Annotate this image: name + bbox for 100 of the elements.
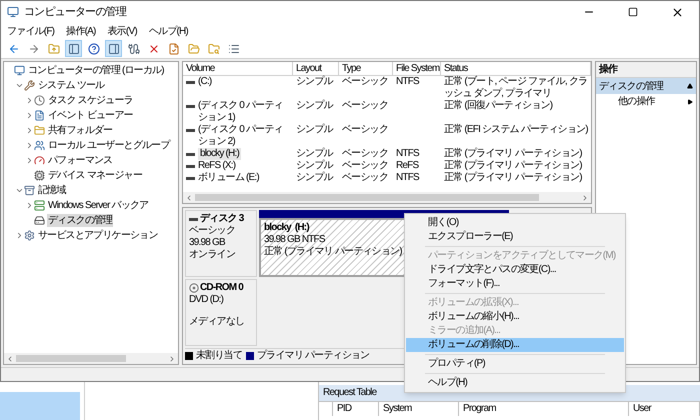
tree-item[interactable]: ディスクの管理	[47, 214, 114, 227]
column-header[interactable]: Volume	[183, 62, 293, 75]
folder-icon	[188, 42, 200, 54]
legend-label: 未割り当て	[196, 348, 242, 363]
section-label: ディスクの管理	[599, 80, 665, 94]
table-cell: シンプル	[296, 124, 333, 136]
menu-item[interactable]: ヘルプ(H)	[148, 24, 188, 38]
tree-item[interactable]: 記憶域	[37, 184, 67, 197]
maximize-icon	[628, 7, 638, 17]
disk-name: ディスク 3	[200, 213, 244, 225]
collapse-icon[interactable]	[687, 83, 693, 89]
chevron-down-icon[interactable]	[14, 81, 24, 90]
table-cell: ベーシック	[342, 148, 388, 160]
tree-item[interactable]: イベント ビューアー	[47, 109, 134, 122]
table-cell: ベーシック	[342, 160, 388, 172]
document-check-icon	[168, 42, 180, 54]
tree-item[interactable]: デバイス マネージャー	[47, 169, 143, 182]
panel-icon	[68, 42, 80, 54]
table-cell: ReFS (X:)	[198, 160, 236, 172]
users-icon	[34, 140, 45, 151]
table-cell: blocky (H:)	[198, 148, 241, 160]
drive-icon	[189, 218, 198, 220]
chip-icon	[34, 170, 45, 181]
tree-item[interactable]: システム ツール	[37, 79, 106, 92]
storage-icon	[24, 185, 35, 196]
menu-item[interactable]: 表示(V)	[108, 24, 137, 38]
table-cell-text: シンプル	[296, 148, 333, 160]
column-header[interactable]: Layout	[293, 62, 339, 75]
table-cell: NTFS	[396, 172, 419, 184]
tree-item[interactable]: サービスとアプリケーション	[37, 229, 159, 242]
drive-icon	[186, 105, 195, 108]
toolbar-button[interactable]	[65, 40, 82, 57]
actions-section[interactable]: ディスクの管理	[596, 78, 696, 94]
table-cell-text: (ディスク 0 パーティション 1)	[198, 100, 284, 124]
folder-search-icon	[208, 42, 220, 54]
scroll-right-icon[interactable]	[581, 194, 589, 202]
help-icon	[88, 42, 100, 54]
menu-item[interactable]: プロパティ(P)	[406, 357, 624, 371]
chevron-down-icon[interactable]	[14, 186, 24, 195]
table-cell: シンプル	[296, 76, 333, 88]
tree-item[interactable]: ローカル ユーザーとグループ	[47, 139, 171, 152]
scrollbar-thumb[interactable]	[195, 194, 539, 201]
folder-icon	[34, 125, 45, 136]
scroll-left-icon[interactable]	[185, 194, 193, 202]
partition-size: 39.98 GB NTFS	[264, 234, 325, 246]
scroll-left-icon[interactable]	[6, 354, 14, 362]
tree-item[interactable]: コンピューターの管理 (ローカル)	[27, 64, 165, 77]
disc-icon	[189, 283, 199, 293]
column-header[interactable]: System	[379, 402, 459, 416]
tree-item[interactable]: 共有フォルダー	[47, 124, 114, 137]
actions-title: 操作	[596, 62, 696, 78]
scroll-right-icon[interactable]	[168, 354, 176, 362]
disk-label-panel[interactable]: ディスク 3 ベーシック 39.98 GB オンライン	[185, 210, 257, 277]
partition-name: blocky (H:)	[264, 222, 309, 234]
menu-item[interactable]: フォーマット(F)...	[406, 277, 624, 291]
table-cell: ReFS	[396, 160, 418, 172]
scrollbar-thumb[interactable]	[16, 355, 126, 362]
column-header[interactable]: Type	[339, 62, 393, 75]
menu-item[interactable]: ボリュームの削除(D)...	[406, 338, 624, 352]
arrow-right-icon	[28, 42, 40, 54]
action-link[interactable]: 他の操作	[618, 94, 687, 109]
column-header[interactable]: File System	[393, 62, 441, 75]
submenu-arrow-icon	[687, 98, 693, 104]
column-header[interactable]: PID	[333, 402, 379, 416]
disk-status: オンライン	[189, 249, 236, 261]
arrow-left-icon	[8, 42, 20, 54]
table-cell: ベーシック	[342, 124, 388, 136]
table-cell-text: シンプル	[296, 160, 333, 172]
gear-icon	[24, 230, 35, 241]
drive-icon	[186, 129, 195, 132]
menu-item[interactable]: ファイル(F)	[7, 24, 54, 38]
table-cell: ボリューム (E:)	[198, 172, 259, 184]
disk-label-panel[interactable]: CD-ROM 0 DVD (D:) メディアなし	[185, 279, 257, 346]
tree-item[interactable]: タスク スケジューラ	[47, 94, 134, 107]
toolbar-button[interactable]	[105, 40, 122, 57]
tree-item[interactable]: パフォーマンス	[47, 154, 114, 167]
wrench-icon	[24, 80, 35, 91]
disk-type: DVD (D:)	[189, 294, 224, 306]
table-cell-text: (ディスク 0 パーティション 2)	[198, 124, 284, 148]
gauge-icon	[34, 155, 45, 166]
disk-name: CD-ROM 0	[200, 282, 244, 294]
drive-icon	[34, 215, 45, 226]
table-cell: 正常 (プライマリ パーティション)	[444, 172, 582, 184]
table-cell: ベーシック	[342, 76, 388, 88]
disk-type: ベーシック	[189, 225, 236, 237]
table-cell-text: 正常 (ブート, ページ ファイル, クラッシュ ダンプ, プライマリ	[444, 76, 588, 100]
close-icon	[670, 6, 684, 18]
delete-icon	[148, 42, 160, 54]
table-cell: 正常 (回復パーティション)	[444, 100, 552, 112]
column-header[interactable]: User	[629, 402, 700, 416]
column-header[interactable]: Program	[459, 402, 629, 416]
tree-item[interactable]: Windows Server バックア	[47, 199, 150, 212]
menu-item[interactable]: 操作(A)	[66, 24, 96, 38]
table-cell: 正常 (EFI システム パーティション)	[444, 124, 588, 136]
partition-status: 正常 (プライマリ パーティション)	[264, 246, 402, 258]
column-header[interactable]: Status	[441, 62, 591, 75]
table-cell-text: 正常 (プライマリ パーティション)	[444, 148, 582, 160]
document-icon	[34, 110, 45, 121]
menu-item[interactable]: ボリュームの縮小(H)...	[406, 310, 624, 324]
cable-icon	[128, 42, 140, 54]
